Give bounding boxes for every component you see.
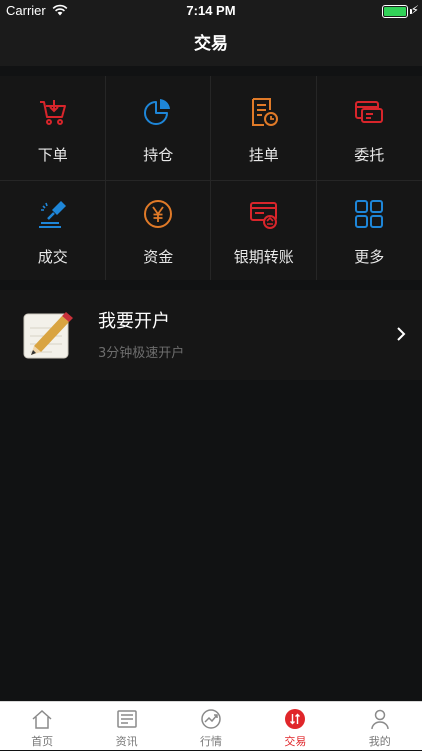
open-account-row[interactable]: 我要开户 3分钟极速开户 [0, 290, 422, 380]
grid-item-positions[interactable]: 持仓 [106, 76, 212, 178]
yen-coin-icon [142, 198, 174, 230]
user-icon [369, 708, 391, 730]
tab-market[interactable]: 行情 [169, 702, 253, 751]
transfer-card-icon [248, 198, 280, 230]
chevron-right-icon [396, 326, 406, 342]
tab-label: 资讯 [84, 733, 168, 749]
grid-item-label: 资金 [106, 246, 212, 267]
tab-label: 交易 [253, 733, 337, 749]
open-account-title: 我要开户 [98, 307, 170, 333]
grid-item-label: 委托 [317, 144, 422, 165]
grid-item-funds[interactable]: 资金 [106, 178, 212, 280]
more-grid-icon [353, 198, 385, 230]
pending-order-icon [248, 96, 280, 128]
open-account-subtitle: 3分钟极速开户 [98, 342, 184, 361]
grid-item-deals[interactable]: 成交 [0, 178, 106, 280]
grid-item-pending-orders[interactable]: 挂单 [211, 76, 317, 178]
page-title: 交易 [194, 34, 228, 54]
news-icon [116, 708, 138, 730]
pie-chart-icon [142, 96, 174, 128]
function-grid: 下单 持仓 挂单 委托 [0, 76, 422, 280]
tab-label: 首页 [0, 733, 84, 749]
grid-item-label: 挂单 [211, 144, 317, 165]
charging-icon: ⚡ [411, 3, 419, 17]
grid-item-more[interactable]: 更多 [317, 178, 422, 280]
gavel-icon [37, 198, 69, 230]
card-icon [353, 96, 385, 128]
tab-label: 行情 [169, 733, 253, 749]
tab-bar: 首页 资讯 行情 交易 我的 [0, 701, 422, 750]
tab-trade[interactable]: 交易 [253, 702, 337, 751]
battery-fill [384, 7, 406, 16]
grid-item-bank-transfer[interactable]: 银期转账 [211, 178, 317, 280]
grid-item-label: 更多 [317, 246, 422, 267]
tab-news[interactable]: 资讯 [84, 702, 168, 751]
grid-item-place-order[interactable]: 下单 [0, 76, 106, 178]
grid-item-label: 银期转账 [211, 246, 317, 267]
tab-home[interactable]: 首页 [0, 702, 84, 751]
cart-download-icon [37, 96, 69, 128]
grid-item-label: 成交 [0, 246, 106, 267]
notepad-pencil-icon [22, 308, 74, 360]
market-trend-icon [200, 708, 222, 730]
nav-bar: 交易 [0, 22, 422, 66]
status-bar: Carrier 7:14 PM ⚡ [0, 0, 422, 22]
grid-item-label: 持仓 [106, 144, 212, 165]
battery-icon [382, 5, 408, 18]
tab-profile[interactable]: 我的 [338, 702, 422, 751]
home-icon [31, 708, 53, 730]
clock: 7:14 PM [0, 3, 422, 18]
grid-item-label: 下单 [0, 144, 106, 165]
grid-item-entrust[interactable]: 委托 [317, 76, 422, 178]
trade-icon [284, 708, 306, 730]
tab-label: 我的 [338, 733, 422, 749]
